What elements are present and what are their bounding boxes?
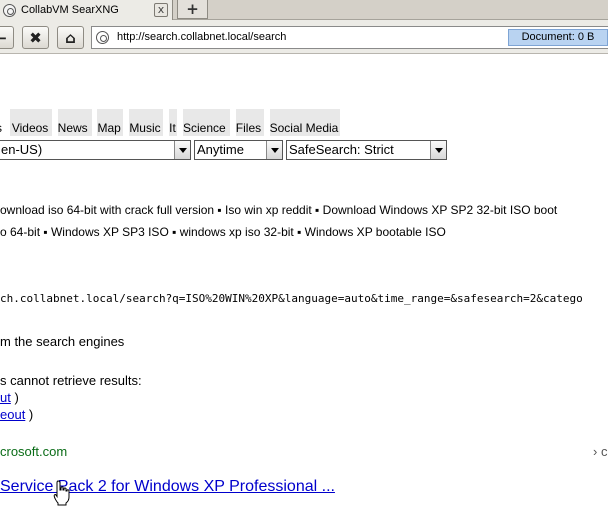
language-select-value: en-US) [1,142,43,157]
browser-tab[interactable]: CollabVM SearXNG x [0,0,173,20]
category-tabs: s Videos News Map Music It Science Files… [0,109,342,137]
tab-title: CollabVM SearXNG [21,4,119,16]
result-cached-link[interactable]: › c [593,444,607,459]
engines-heading: m the search engines [0,334,125,349]
category-tab-science[interactable]: Science [182,109,230,136]
errors-heading: s cannot retrieve results: [0,373,142,388]
error-item-2: eout ) [0,407,33,422]
hand-pointer-cursor-icon [53,480,70,506]
category-tab-news[interactable]: News [57,109,92,136]
safesearch-select-value: SafeSearch: Strict [289,142,394,157]
tab-strip: CollabVM SearXNG x + [0,0,608,20]
suggestions-line-1[interactable]: ownload iso 64-bit with crack full versi… [0,203,557,217]
safesearch-select[interactable]: SafeSearch: Strict [286,140,447,160]
error-item-1-suffix: ) [10,390,19,405]
category-tab-general[interactable]: s [0,109,4,136]
error-item-2-suffix: ) [25,407,34,422]
result-title-link[interactable]: Service Pack 2 for Windows XP Profession… [0,478,335,496]
stop-button[interactable]: ✖ [22,26,49,49]
category-tab-videos[interactable]: Videos [9,109,52,136]
searxng-favicon-icon [3,3,16,17]
result-host-url[interactable]: crosoft.com [0,444,67,459]
chevron-down-icon [174,141,190,159]
new-tab-button[interactable]: + [177,0,208,19]
search-url-text: ch.collabnet.local/search?q=ISO%20WIN%20… [0,292,583,305]
time-range-select[interactable]: Anytime [194,140,283,160]
home-button[interactable]: ⌂ [57,26,84,49]
chevron-down-icon [430,141,446,159]
back-button[interactable]: ← [0,26,14,49]
address-text[interactable]: http://search.collabnet.local/search [117,31,286,43]
navigation-toolbar: ← ✖ ⌂ http://search.collabnet.local/sear… [0,20,608,54]
chevron-down-icon [266,141,282,159]
error-link-timeout-2[interactable]: eout [0,407,25,422]
category-tab-social-media[interactable]: Social Media [269,109,340,136]
document-status-badge: Document: 0 B [508,29,608,46]
time-range-select-value: Anytime [197,142,244,157]
error-link-timeout-1[interactable]: ut [0,390,11,405]
error-item-1: ut ) [0,390,19,405]
site-icon [96,31,109,44]
category-tab-music[interactable]: Music [129,109,164,136]
category-tab-files[interactable]: Files [235,109,264,136]
category-tab-map[interactable]: Map [97,109,124,136]
suggestions-line-2[interactable]: o 64-bit ▪ Windows XP SP3 ISO ▪ windows … [0,225,446,239]
category-tab-it[interactable]: It [169,109,178,136]
page-content: s Videos News Map Music It Science Files… [0,55,608,506]
tab-close-icon[interactable]: x [154,3,168,17]
language-select[interactable]: en-US) [0,140,191,160]
address-bar[interactable]: http://search.collabnet.local/search Doc… [91,26,608,49]
